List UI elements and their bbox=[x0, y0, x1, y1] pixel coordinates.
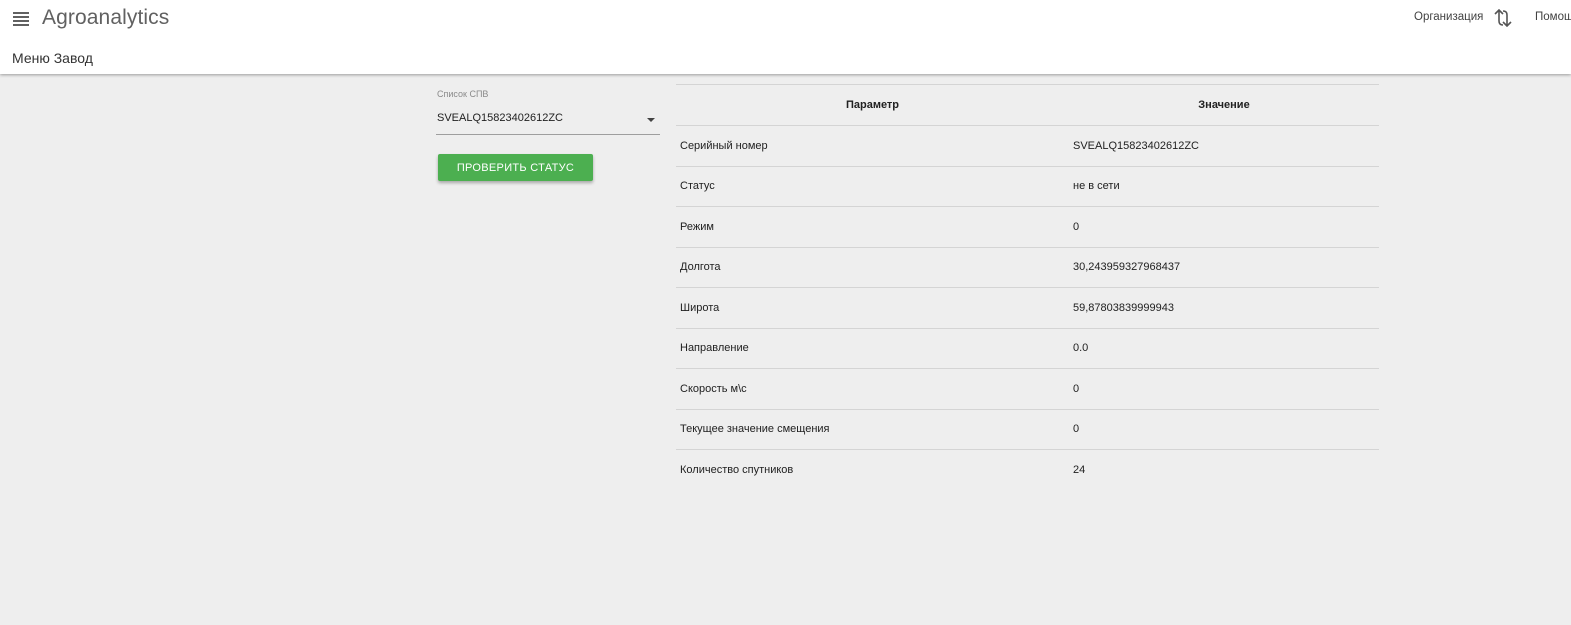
row-param: Широта bbox=[676, 287, 1069, 329]
device-parameters-table: Параметр Значение Серийный номер SVEALQ1… bbox=[676, 84, 1379, 490]
table-header-row: Параметр Значение bbox=[676, 84, 1379, 126]
subnav-menu-factory[interactable]: Меню Завод bbox=[12, 50, 93, 66]
row-param: Текущее значение смещения bbox=[676, 409, 1069, 450]
column-header-parameter: Параметр bbox=[676, 84, 1069, 126]
row-value: 0 bbox=[1069, 368, 1379, 410]
organization-link[interactable]: Организация bbox=[1414, 11, 1483, 23]
table-row: Широта 59,87803839999943 bbox=[676, 287, 1379, 329]
table-row: Режим 0 bbox=[676, 206, 1379, 248]
row-param: Режим bbox=[676, 206, 1069, 248]
app-header: Agroanalytics Меню Завод Организация Пом… bbox=[0, 0, 1571, 74]
table-row: Скорость м\с 0 bbox=[676, 368, 1379, 410]
row-param: Скорость м\с bbox=[676, 368, 1069, 410]
row-value: 30,243959327968437 bbox=[1069, 247, 1379, 288]
row-value: не в сети bbox=[1069, 166, 1379, 207]
check-status-button[interactable]: ПРОВЕРИТЬ СТАТУС bbox=[438, 154, 593, 181]
row-value: 0 bbox=[1069, 206, 1379, 248]
help-link[interactable]: Помощь bbox=[1535, 11, 1571, 23]
table-row: Текущее значение смещения 0 bbox=[676, 409, 1379, 450]
row-value: 0 bbox=[1069, 409, 1379, 450]
hamburger-menu-icon[interactable] bbox=[13, 12, 29, 26]
app-title: Agroanalytics bbox=[42, 6, 170, 29]
column-header-value: Значение bbox=[1069, 84, 1379, 126]
table-row: Долгота 30,243959327968437 bbox=[676, 247, 1379, 288]
row-value: 0.0 bbox=[1069, 328, 1379, 369]
row-value: 24 bbox=[1073, 463, 1086, 476]
spv-list-selected-value: SVEALQ15823402612ZC bbox=[437, 112, 563, 124]
row-param: Статус bbox=[676, 166, 1069, 207]
row-param: Серийный номер bbox=[676, 125, 1069, 167]
caret-down-icon bbox=[647, 118, 655, 122]
swap-arrows-icon[interactable] bbox=[1493, 9, 1513, 27]
row-value: 59,87803839999943 bbox=[1069, 287, 1379, 329]
row-value: SVEALQ15823402612ZC bbox=[1069, 125, 1379, 167]
row-param: Направление bbox=[676, 328, 1069, 369]
table-row: Направление 0.0 bbox=[676, 328, 1379, 369]
spv-list-label: Список СПВ bbox=[437, 89, 489, 99]
table-row: Количество спутников 24 bbox=[676, 450, 1379, 490]
row-param: Долгота bbox=[676, 247, 1069, 288]
table-row: Серийный номер SVEALQ15823402612ZC bbox=[676, 125, 1379, 167]
spv-list-select[interactable]: SVEALQ15823402612ZC bbox=[436, 108, 660, 135]
row-param: Количество спутников bbox=[680, 463, 794, 476]
table-row: Статус не в сети bbox=[676, 166, 1379, 207]
